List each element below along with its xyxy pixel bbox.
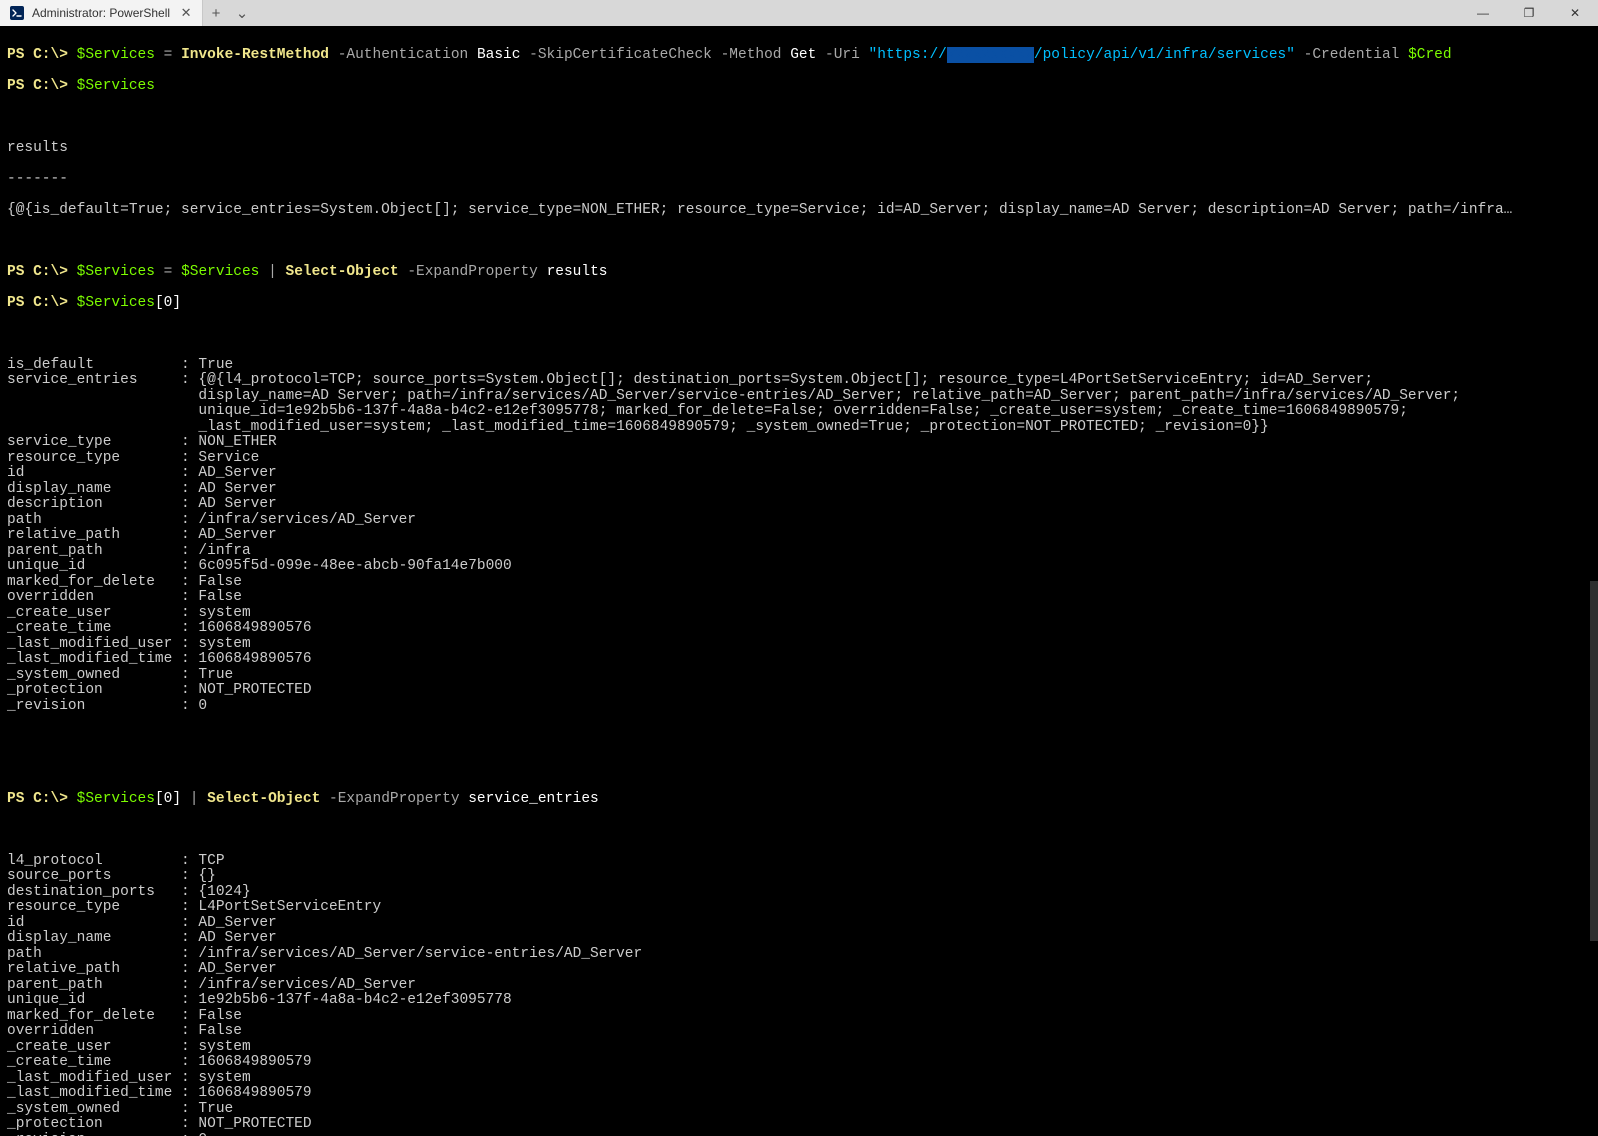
terminal-output[interactable]: PS C:\> $Services = Invoke-RestMethod -A… [0,26,1598,1136]
titlebar[interactable]: Administrator: PowerShell ✕ + ⌄ — ❐ ✕ [0,0,1598,26]
redacted-host: xxxxxxxxxx [947,47,1034,63]
cmdlet-invoke-restmethod: Invoke-RestMethod [181,47,329,63]
maximize-button[interactable]: ❐ [1506,0,1552,26]
column-header: results [7,141,1591,157]
prompt: PS C:\> [7,47,68,63]
service-object-output: is_default : True service_entries : {@{l… [7,358,1591,715]
new-tab-button[interactable]: + [203,0,229,26]
tab-dropdown-button[interactable]: ⌄ [229,0,255,26]
close-button[interactable]: ✕ [1552,0,1598,26]
result-row: {@{is_default=True; service_entries=Syst… [7,203,1591,219]
var-services: $Services [77,47,155,63]
tab-close-icon[interactable]: ✕ [178,5,194,21]
prompt: PS C:\> [7,791,68,807]
scrollbar-thumb[interactable] [1590,581,1598,941]
window-controls: — ❐ ✕ [1460,0,1598,26]
prompt: PS C:\> [7,78,68,94]
prompt: PS C:\> [7,295,68,311]
cmdlet-select-object: Select-Object [286,264,399,280]
column-rule: ------- [7,172,1591,188]
titlebar-drag-region[interactable] [255,0,1460,26]
minimize-button[interactable]: — [1460,0,1506,26]
cmdlet-select-object: Select-Object [207,791,320,807]
var-services: $Services [77,78,155,94]
var-cred: $Cred [1408,47,1452,63]
powershell-icon [10,6,24,20]
prompt: PS C:\> [7,264,68,280]
tab-title: Administrator: PowerShell [32,6,170,20]
service-entry-output: l4_protocol : TCP source_ports : {} dest… [7,854,1591,1136]
tab-powershell[interactable]: Administrator: PowerShell ✕ [0,0,203,26]
